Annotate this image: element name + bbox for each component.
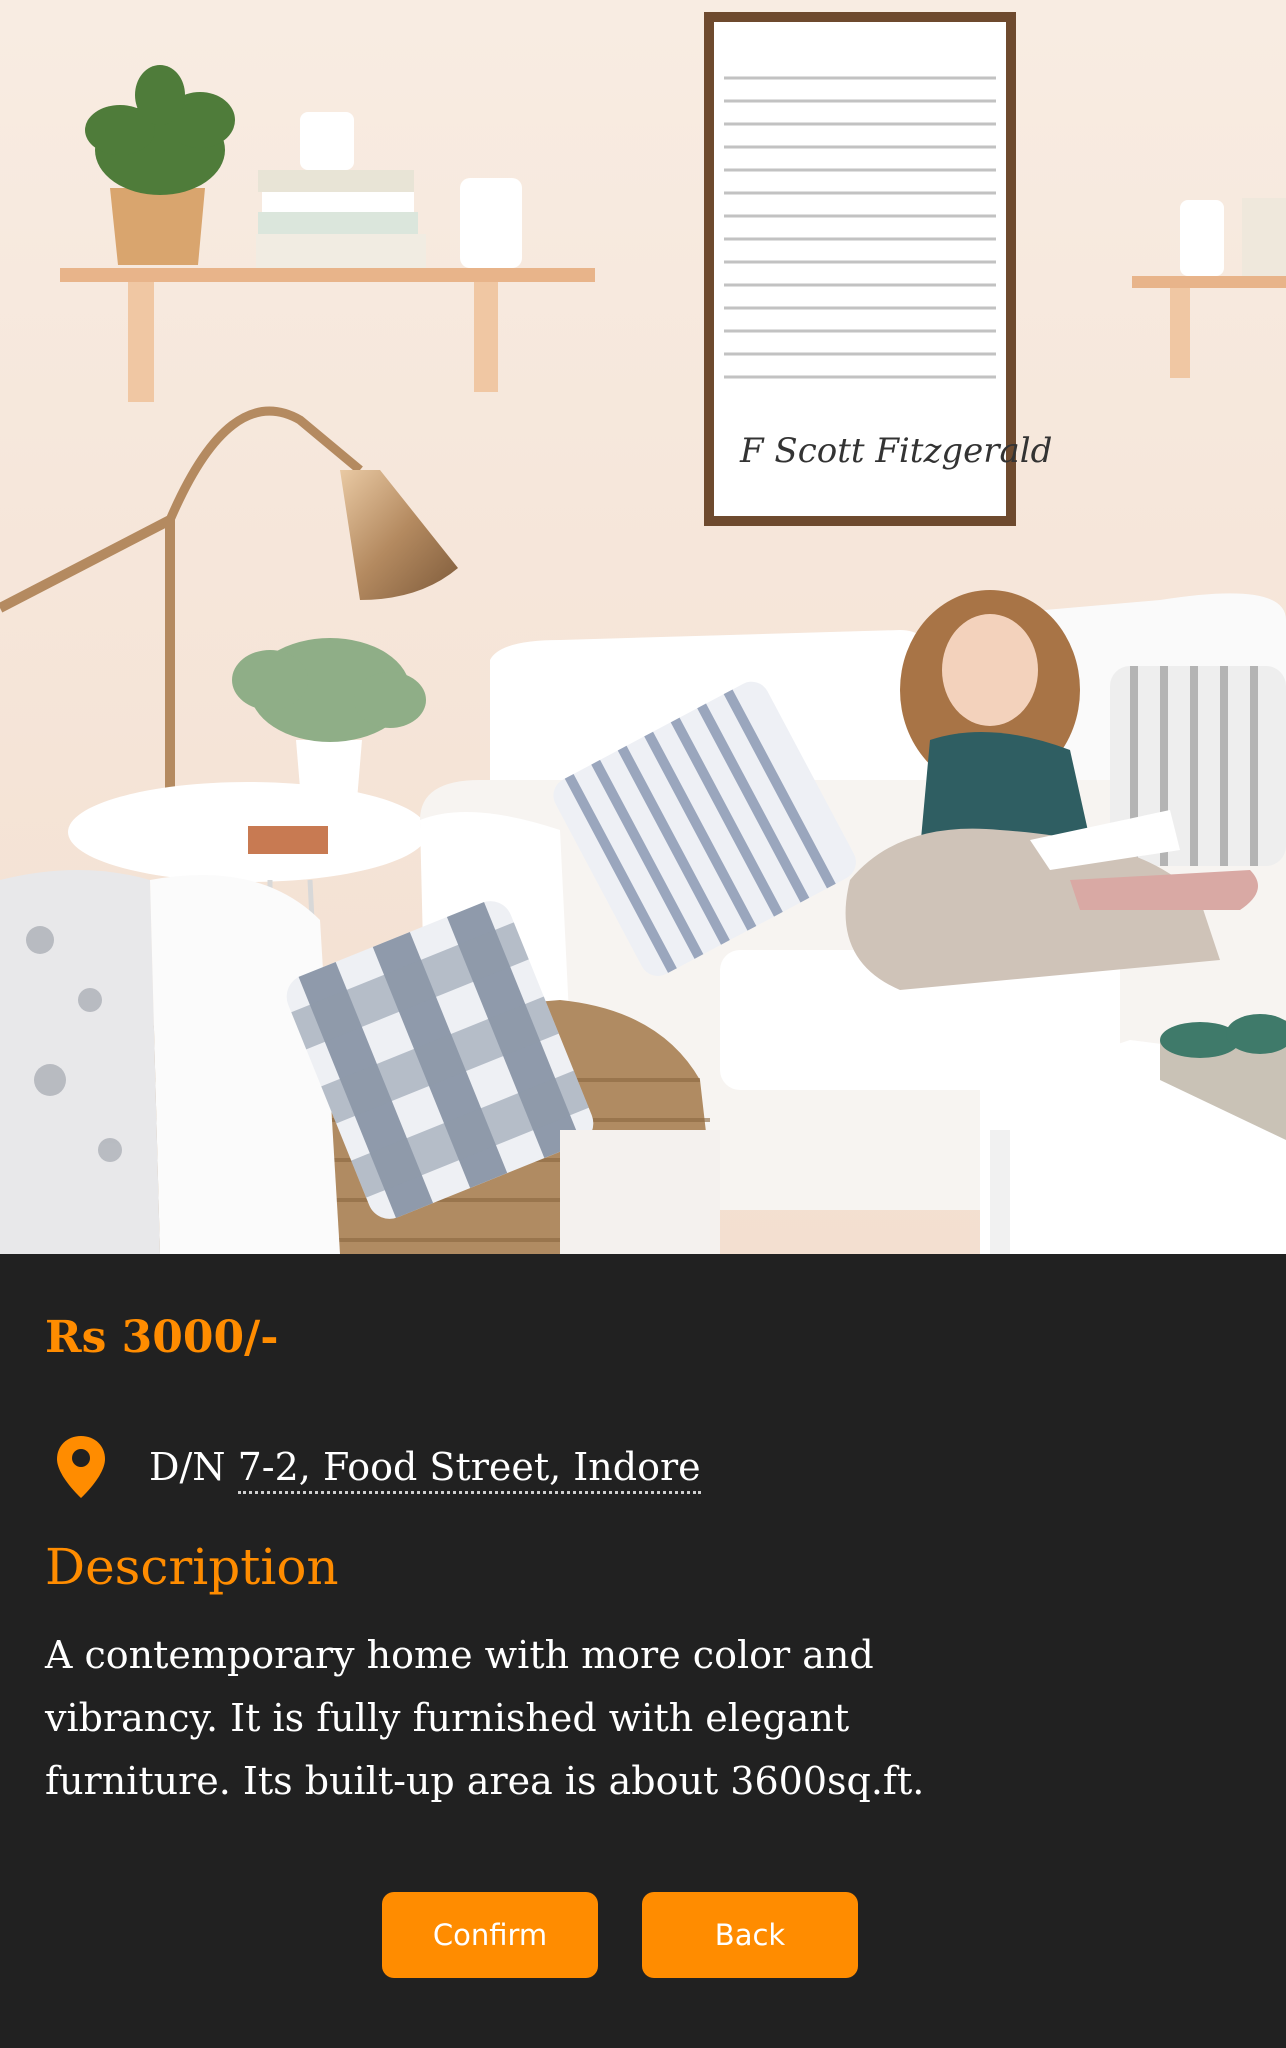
address-link[interactable]: 7-2, Food Street, Indore bbox=[237, 1445, 701, 1494]
listing-details: Rs 3000/- D/N 7-2, Food Street, Indore D… bbox=[0, 1254, 1286, 2048]
address-row: D/N 7-2, Food Street, Indore bbox=[55, 1434, 701, 1500]
listing-price: Rs 3000/- bbox=[45, 1312, 279, 1363]
description-text: A contemporary home with more color and … bbox=[45, 1633, 925, 1803]
address-prefix: D/N bbox=[149, 1445, 238, 1489]
confirm-button[interactable]: Confirm bbox=[382, 1892, 598, 1978]
listing-address: D/N 7-2, Food Street, Indore bbox=[149, 1445, 701, 1494]
map-pin-icon bbox=[57, 1436, 105, 1498]
listing-photo: F Scott Fitzgerald bbox=[0, 0, 1286, 1254]
back-button[interactable]: Back bbox=[642, 1892, 858, 1978]
svg-text:F Scott Fitzgerald: F Scott Fitzgerald bbox=[739, 431, 1052, 471]
description-heading: Description bbox=[45, 1538, 339, 1596]
